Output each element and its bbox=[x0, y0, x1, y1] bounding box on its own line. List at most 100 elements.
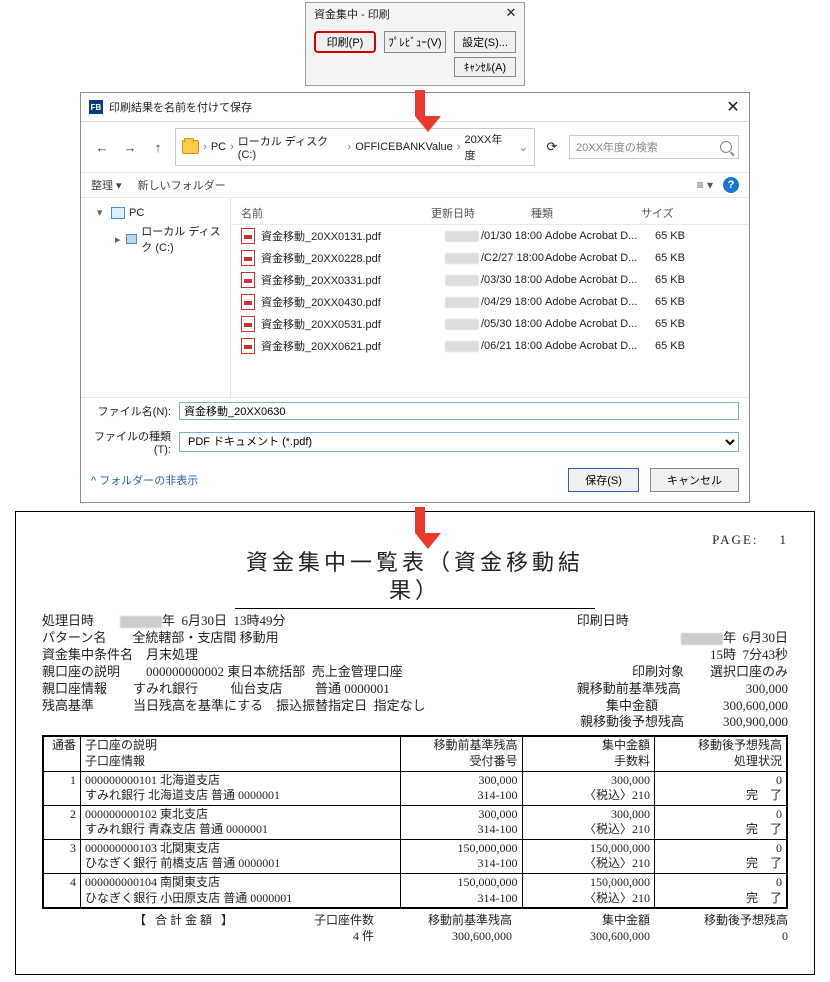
file-type: Adobe Acrobat D... bbox=[545, 230, 655, 242]
crumb[interactable]: PC bbox=[211, 141, 226, 153]
pdf-icon bbox=[241, 228, 255, 244]
print-button[interactable]: 印刷(P) bbox=[314, 31, 376, 53]
print-dialog: 資金集中 - 印刷 ✕ 印刷(P) ﾌﾟﾚﾋﾞｭｰ(V) 設定(S)... ｷｬ… bbox=[305, 2, 525, 86]
file-row[interactable]: 資金移動_20XX0531.pdf/05/30 18:00Adobe Acrob… bbox=[231, 313, 749, 335]
pdf-icon bbox=[241, 316, 255, 332]
page-number: 1 bbox=[780, 532, 789, 547]
file-date: /03/30 18:00 bbox=[445, 274, 545, 286]
th-no: 通番 bbox=[43, 736, 81, 771]
report-title: 資金集中一覧表（資金移動結果） bbox=[235, 549, 595, 609]
file-row[interactable]: 資金移動_20XX0621.pdf/06/21 18:00Adobe Acrob… bbox=[231, 335, 749, 357]
search-icon bbox=[720, 141, 732, 153]
save-as-dialog: FB 印刷結果を名前を付けて保存 ✕ ← → ↑ › PC› ローカル ディスク… bbox=[80, 92, 750, 503]
file-date: /C2/27 18:00 bbox=[445, 252, 545, 264]
report-header-left: 処理日時 年 6月30日 13時49分 パターン名 全統轄部・支店間 移動用 資… bbox=[42, 613, 426, 731]
settings-button[interactable]: 設定(S)... bbox=[454, 31, 516, 53]
nav-up-icon[interactable]: ↑ bbox=[147, 136, 169, 158]
crumb[interactable]: 20XX年度 bbox=[464, 131, 510, 163]
filename-input[interactable] bbox=[179, 402, 739, 420]
save-dialog-title: 印刷結果を名前を付けて保存 bbox=[109, 99, 252, 115]
file-name: 資金移動_20XX0621.pdf bbox=[261, 338, 445, 354]
folder-tree: ▾ PC ▸ ローカル ディスク (C:) bbox=[81, 198, 231, 397]
save-button[interactable]: 保存(S) bbox=[568, 468, 639, 492]
breadcrumb[interactable]: › PC› ローカル ディスク (C:)› OFFICEBANKValue› 2… bbox=[175, 128, 535, 166]
file-date: /05/30 18:00 bbox=[445, 318, 545, 330]
pdf-icon bbox=[241, 338, 255, 354]
blurred-text bbox=[681, 633, 723, 645]
report-totals: 【 合計金額 】 子口座件数4 件 移動前基準残高300,600,000 集中金… bbox=[42, 913, 788, 944]
file-row[interactable]: 資金移動_20XX0331.pdf/03/30 18:00Adobe Acrob… bbox=[231, 269, 749, 291]
table-row: 2000000000102 東北支店すみれ銀行 青森支店 普通 00000013… bbox=[43, 805, 787, 839]
tree-item-pc[interactable]: ▾ PC bbox=[85, 204, 226, 221]
file-date: /06/21 18:00 bbox=[445, 340, 545, 352]
col-name[interactable]: 名前 bbox=[241, 205, 431, 221]
file-name: 資金移動_20XX0531.pdf bbox=[261, 316, 445, 332]
search-input[interactable]: 20XX年度の検索 bbox=[569, 135, 739, 159]
preview-button[interactable]: ﾌﾟﾚﾋﾞｭｰ(V) bbox=[384, 31, 446, 53]
file-row[interactable]: 資金移動_20XX0430.pdf/04/29 18:00Adobe Acrob… bbox=[231, 291, 749, 313]
chevron-down-icon: ▾ bbox=[97, 206, 107, 219]
filetype-label: ファイルの種類(T): bbox=[91, 428, 171, 456]
file-type: Adobe Acrobat D... bbox=[545, 296, 655, 308]
file-type: Adobe Acrobat D... bbox=[545, 252, 655, 264]
nav-forward-icon[interactable]: → bbox=[119, 136, 141, 158]
crumb[interactable]: ローカル ディスク (C:) bbox=[238, 133, 344, 161]
print-dialog-title: 資金集中 - 印刷 bbox=[314, 6, 390, 22]
file-date: /01/30 18:00 bbox=[445, 230, 545, 242]
file-name: 資金移動_20XX0131.pdf bbox=[261, 228, 445, 244]
filetype-select[interactable]: PDF ドキュメント (*.pdf) bbox=[179, 432, 739, 452]
blurred-text bbox=[120, 616, 162, 628]
col-type[interactable]: 種類 bbox=[531, 205, 641, 221]
file-name: 資金移動_20XX0228.pdf bbox=[261, 250, 445, 266]
close-icon[interactable]: ✕ bbox=[502, 5, 520, 23]
pdf-icon bbox=[241, 272, 255, 288]
col-date[interactable]: 更新日時 bbox=[431, 205, 531, 221]
file-name: 資金移動_20XX0331.pdf bbox=[261, 272, 445, 288]
drive-icon bbox=[126, 234, 137, 244]
nav-back-icon[interactable]: ← bbox=[91, 136, 113, 158]
file-size: 65 KB bbox=[655, 230, 725, 242]
new-folder-button[interactable]: 新しいフォルダー bbox=[138, 177, 226, 193]
cancel-button[interactable]: キャンセル bbox=[650, 468, 739, 492]
blurred-text bbox=[445, 319, 479, 330]
crumb[interactable]: OFFICEBANKValue bbox=[355, 141, 453, 153]
close-icon[interactable]: ✕ bbox=[723, 97, 743, 117]
report-table: 通番 子口座の説明子口座情報 移動前基準残高受付番号 集中金額手数料 移動後予想… bbox=[42, 735, 788, 909]
file-type: Adobe Acrobat D... bbox=[545, 340, 655, 352]
blurred-text bbox=[445, 341, 479, 352]
search-placeholder: 20XX年度の検索 bbox=[576, 139, 658, 155]
pdf-icon bbox=[241, 250, 255, 266]
file-list: 名前 更新日時 種類 サイズ 資金移動_20XX0131.pdf/01/30 1… bbox=[231, 198, 749, 397]
table-row: 1000000000101 北海道支店すみれ銀行 北海道支店 普通 000000… bbox=[43, 771, 787, 805]
cancel-button[interactable]: ｷｬﾝｾﾙ(A) bbox=[454, 57, 516, 77]
tree-item-drive[interactable]: ▸ ローカル ディスク (C:) bbox=[85, 221, 226, 257]
file-size: 65 KB bbox=[655, 340, 725, 352]
file-size: 65 KB bbox=[655, 318, 725, 330]
file-size: 65 KB bbox=[655, 252, 725, 264]
file-row[interactable]: 資金移動_20XX0131.pdf/01/30 18:00Adobe Acrob… bbox=[231, 225, 749, 247]
table-row: 3000000000103 北関東支店ひなぎく銀行 前橋支店 普通 000000… bbox=[43, 839, 787, 873]
filename-label: ファイル名(N): bbox=[91, 403, 171, 419]
file-type: Adobe Acrobat D... bbox=[545, 274, 655, 286]
page-label: PAGE: bbox=[712, 532, 758, 547]
organize-dropdown[interactable]: 整理 ▾ bbox=[91, 177, 122, 193]
file-type: Adobe Acrobat D... bbox=[545, 318, 655, 330]
blurred-text bbox=[445, 253, 479, 264]
table-row: 4000000000104 南関東支店ひなぎく銀行 小田原支店 普通 00000… bbox=[43, 874, 787, 909]
report-preview: PAGE: 1 資金集中一覧表（資金移動結果） 処理日時 年 6月30日 13時… bbox=[15, 511, 815, 975]
pc-icon bbox=[111, 207, 125, 219]
hide-folders-link[interactable]: ^ フォルダーの非表示 bbox=[91, 472, 198, 488]
refresh-icon[interactable]: ⟳ bbox=[541, 139, 563, 155]
blurred-text bbox=[445, 231, 479, 242]
file-size: 65 KB bbox=[655, 274, 725, 286]
app-icon: FB bbox=[89, 100, 103, 114]
blurred-text bbox=[445, 275, 479, 286]
file-row[interactable]: 資金移動_20XX0228.pdf/C2/27 18:00Adobe Acrob… bbox=[231, 247, 749, 269]
view-icon[interactable]: ≡ ▾ bbox=[697, 178, 713, 192]
file-name: 資金移動_20XX0430.pdf bbox=[261, 294, 445, 310]
help-icon[interactable]: ? bbox=[723, 177, 739, 193]
file-size: 65 KB bbox=[655, 296, 725, 308]
col-size[interactable]: サイズ bbox=[641, 205, 711, 221]
chevron-right-icon: ▸ bbox=[115, 233, 122, 246]
report-header-right: 印刷日時 年 6月30日 15時 7分43秒 印刷対象 選択口座のみ 親移動前基… bbox=[577, 613, 788, 731]
